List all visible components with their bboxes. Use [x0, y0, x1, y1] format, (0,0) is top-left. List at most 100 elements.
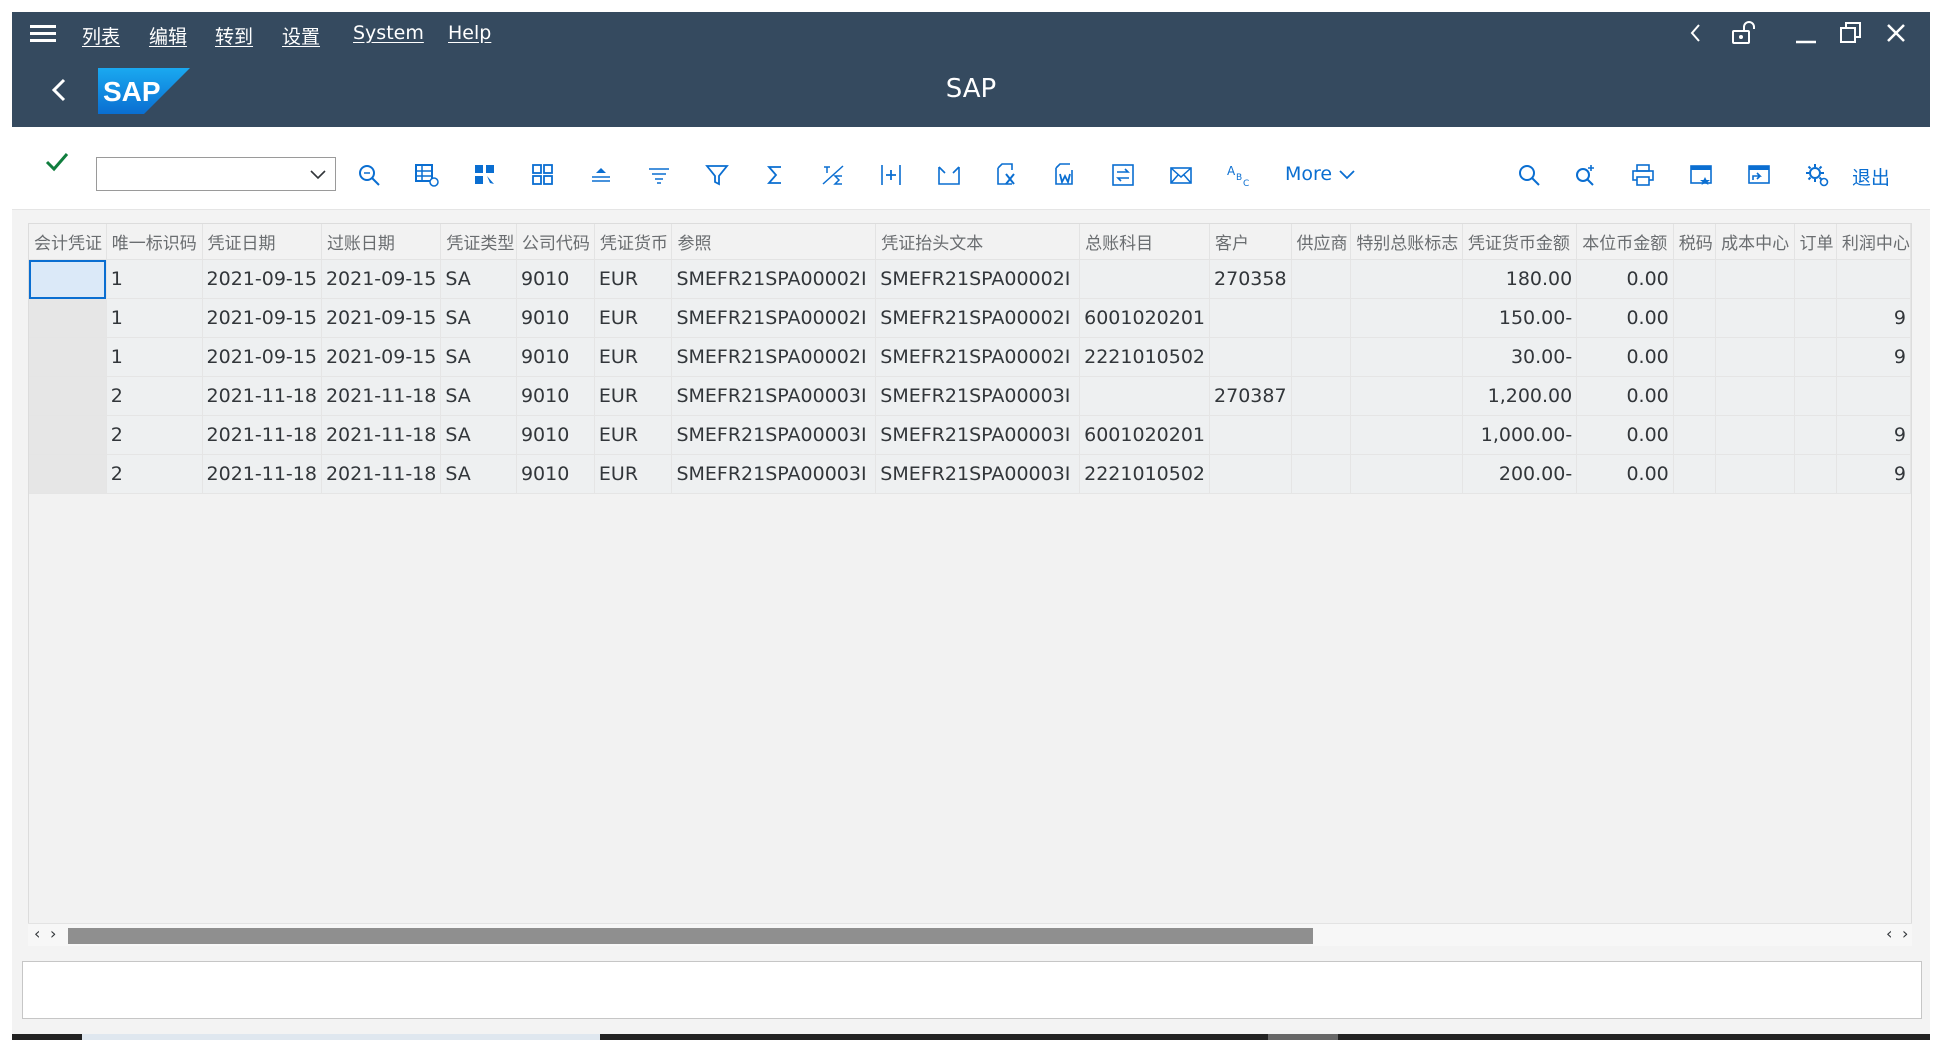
- table-cell[interactable]: [29, 337, 107, 377]
- table-cell[interactable]: [1794, 337, 1837, 377]
- column-header[interactable]: 供应商: [1291, 224, 1352, 260]
- table-cell[interactable]: 200.00-: [1462, 454, 1578, 494]
- menu-help[interactable]: Help: [448, 22, 491, 44]
- subtotals-icon[interactable]: [820, 162, 846, 188]
- table-cell[interactable]: 9010: [516, 454, 595, 494]
- select-layout-icon[interactable]: [414, 162, 440, 188]
- table-cell[interactable]: 270387: [1209, 376, 1292, 416]
- table-cell[interactable]: EUR: [594, 337, 673, 377]
- column-header[interactable]: 凭证货币金额: [1462, 224, 1578, 260]
- table-cell[interactable]: 9: [1836, 337, 1911, 377]
- spell-check-icon[interactable]: ABC: [1226, 162, 1252, 189]
- table-cell[interactable]: [1715, 337, 1795, 377]
- menu-settings[interactable]: 设置: [282, 22, 320, 49]
- restore-window-icon[interactable]: [1838, 20, 1864, 46]
- search-next-icon[interactable]: [1572, 162, 1598, 188]
- table-cell[interactable]: 9010: [516, 337, 595, 377]
- expand-icon[interactable]: [878, 162, 904, 188]
- table-cell[interactable]: [1350, 454, 1463, 494]
- table-cell[interactable]: [1794, 376, 1837, 416]
- hamburger-menu-icon[interactable]: [30, 22, 56, 44]
- table-cell[interactable]: 2021-09-15: [321, 337, 442, 377]
- table-cell[interactable]: 1,200.00: [1462, 376, 1578, 416]
- table-cell[interactable]: [1673, 415, 1717, 455]
- filter-icon[interactable]: [704, 162, 730, 188]
- table-cell[interactable]: [1794, 454, 1837, 494]
- table-cell[interactable]: [1291, 337, 1352, 377]
- table-cell[interactable]: EUR: [594, 376, 673, 416]
- column-header[interactable]: 客户: [1209, 224, 1292, 260]
- table-cell[interactable]: 180.00: [1462, 259, 1578, 299]
- scroll-left-icon[interactable]: ‹: [1886, 924, 1892, 944]
- table-cell[interactable]: [1836, 376, 1911, 416]
- sort-descending-icon[interactable]: [646, 162, 672, 188]
- column-header[interactable]: 凭证抬头文本: [875, 224, 1081, 260]
- select-details-icon[interactable]: [472, 162, 498, 188]
- local-file-icon[interactable]: [1110, 162, 1136, 188]
- table-cell[interactable]: [1715, 415, 1795, 455]
- sort-ascending-icon[interactable]: [588, 162, 614, 188]
- column-header[interactable]: 利润中心: [1836, 224, 1911, 260]
- column-header[interactable]: 税码: [1673, 224, 1717, 260]
- find-icon[interactable]: [356, 162, 382, 188]
- table-cell[interactable]: [1715, 454, 1795, 494]
- scroll-left-icon[interactable]: ‹: [34, 924, 40, 944]
- table-cell[interactable]: SMEFR21SPA00003I: [671, 454, 877, 494]
- table-cell[interactable]: 9010: [516, 298, 595, 338]
- table-cell[interactable]: SMEFR21SPA00002I: [875, 259, 1081, 299]
- table-cell[interactable]: [1836, 259, 1911, 299]
- table-cell[interactable]: 9: [1836, 415, 1911, 455]
- table-cell[interactable]: SA: [440, 337, 517, 377]
- table-cell[interactable]: [1291, 454, 1352, 494]
- table-cell[interactable]: 2: [106, 454, 203, 494]
- total-sum-icon[interactable]: [762, 162, 788, 188]
- table-cell[interactable]: [29, 415, 107, 455]
- search-icon[interactable]: [1516, 162, 1542, 188]
- exit-button[interactable]: 退出: [1852, 163, 1890, 190]
- table-cell[interactable]: [1350, 259, 1463, 299]
- table-row[interactable]: 2 2021-11-18 2021-11-18 SA 9010 EUR SMEFR21SPA…: [29, 415, 1911, 455]
- table-cell[interactable]: [29, 298, 107, 338]
- table-cell[interactable]: SA: [440, 454, 517, 494]
- table-cell[interactable]: [1209, 298, 1292, 338]
- column-header[interactable]: 凭证货币: [594, 224, 673, 260]
- table-cell[interactable]: 30.00-: [1462, 337, 1578, 377]
- table-cell[interactable]: [1715, 259, 1795, 299]
- table-cell[interactable]: [1715, 298, 1795, 338]
- table-cell[interactable]: EUR: [594, 454, 673, 494]
- table-cell[interactable]: [29, 454, 107, 494]
- table-row[interactable]: 1 2021-09-15 2021-09-15 SA 9010 EUR SMEFR21SPA…: [29, 337, 1911, 377]
- column-header[interactable]: 过账日期: [321, 224, 442, 260]
- export-word-icon[interactable]: [1052, 162, 1078, 188]
- enter-check-icon[interactable]: [44, 149, 70, 175]
- column-header[interactable]: 唯一标识码: [106, 224, 203, 260]
- display-details-icon[interactable]: [530, 162, 556, 188]
- table-cell[interactable]: [1079, 376, 1211, 416]
- table-cell[interactable]: SMEFR21SPA00002I: [671, 337, 877, 377]
- table-cell[interactable]: SMEFR21SPA00003I: [875, 415, 1081, 455]
- table-cell[interactable]: EUR: [594, 415, 673, 455]
- chevron-down-icon[interactable]: [309, 165, 327, 183]
- table-row[interactable]: 1 2021-09-15 2021-09-15 SA 9010 EUR SMEFR21SPA…: [29, 259, 1911, 299]
- table-cell[interactable]: SMEFR21SPA00003I: [671, 415, 877, 455]
- table-cell[interactable]: SMEFR21SPA00003I: [875, 454, 1081, 494]
- table-cell[interactable]: 2021-11-18: [321, 454, 442, 494]
- table-cell[interactable]: 2021-09-15: [321, 259, 442, 299]
- table-cell[interactable]: [1291, 259, 1352, 299]
- table-cell[interactable]: [1291, 298, 1352, 338]
- table-cell[interactable]: [1794, 298, 1837, 338]
- table-cell[interactable]: [1794, 259, 1837, 299]
- table-row[interactable]: 1 2021-09-15 2021-09-15 SA 9010 EUR SMEFR21SPA…: [29, 298, 1911, 338]
- table-cell[interactable]: [29, 259, 107, 299]
- table-cell[interactable]: SA: [440, 259, 517, 299]
- menu-system[interactable]: System: [353, 22, 424, 44]
- minimize-icon[interactable]: [1794, 20, 1818, 46]
- column-header[interactable]: 订单: [1794, 224, 1837, 260]
- table-cell[interactable]: [1291, 415, 1352, 455]
- table-cell[interactable]: [1673, 376, 1717, 416]
- table-cell[interactable]: 1,000.00-: [1462, 415, 1578, 455]
- table-cell[interactable]: 0.00: [1576, 415, 1674, 455]
- table-cell[interactable]: [1209, 454, 1292, 494]
- table-cell[interactable]: [1291, 376, 1352, 416]
- table-cell[interactable]: SMEFR21SPA00003I: [671, 376, 877, 416]
